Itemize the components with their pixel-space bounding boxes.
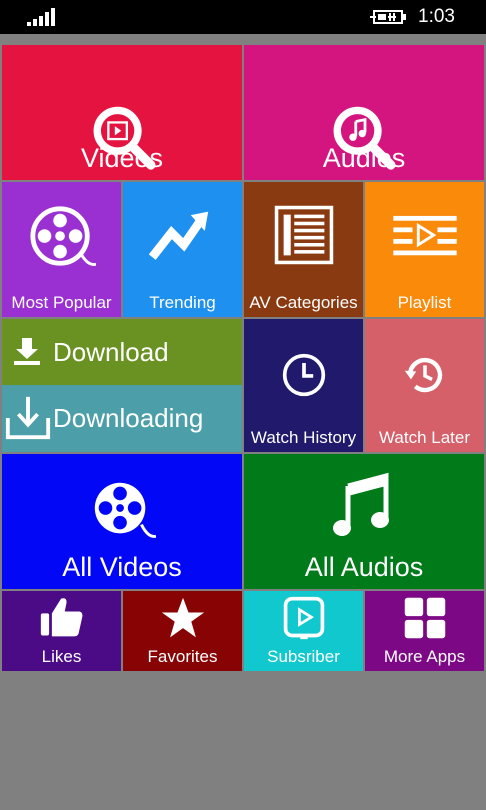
subscriber-label: Subsriber [267,647,340,666]
film-reel-icon [94,482,156,538]
all-audios-label: All Audios [304,552,424,582]
downloading-label: Downloading [53,403,204,433]
favorites-tile[interactable]: Favorites [123,591,242,671]
status-bar: 1:03 [0,0,486,34]
watch-history-label: Watch History [250,428,357,447]
playlist-label: Playlist [397,293,452,312]
all-audios-tile[interactable]: All Audios [244,454,484,589]
downloading-icon [5,396,51,440]
audios-label: Audios [322,143,406,173]
clock-icon [282,353,326,397]
more-apps-label: More Apps [383,647,466,666]
trending-tile[interactable]: Trending [123,182,242,317]
star-icon [161,597,205,638]
clock: 1:03 [418,6,455,27]
subscriber-tile[interactable]: Subsriber [244,591,363,671]
audios-tile[interactable]: Audios [244,45,484,180]
music-note-icon [333,472,389,536]
all-videos-tile[interactable]: All Videos [2,454,242,589]
subscribe-play-icon [283,596,325,640]
signal-strength-icon [27,8,55,26]
thumbs-up-icon [40,598,83,637]
likes-label: Likes [41,647,82,666]
download-label: Download [53,337,169,367]
av-categories-tile[interactable]: AV Categories [244,182,363,317]
playlist-icon [393,215,457,256]
playlist-tile[interactable]: Playlist [365,182,484,317]
watch-later-label: Watch Later [378,428,471,447]
downloading-tile[interactable]: Downloading [2,385,242,452]
favorites-label: Favorites [147,647,218,666]
apps-grid-icon [404,597,446,639]
trending-arrow-icon [148,211,209,260]
trending-label: Trending [149,293,216,312]
list-icon [274,205,334,265]
download-tile[interactable]: Download [2,319,242,385]
av-categories-label: AV Categories [249,293,358,312]
history-clock-icon [404,357,443,393]
videos-tile[interactable]: Videos [2,45,242,180]
likes-tile[interactable]: Likes [2,591,121,671]
videos-label: Videos [80,143,164,173]
most-popular-tile[interactable]: Most Popular [2,182,121,317]
film-reel-icon [30,206,96,266]
download-icon [14,338,40,365]
all-videos-label: All Videos [62,552,182,582]
battery-charging-icon [370,10,406,24]
watch-history-tile[interactable]: Watch History [244,319,363,452]
most-popular-label: Most Popular [11,293,112,312]
more-apps-tile[interactable]: More Apps [365,591,484,671]
watch-later-tile[interactable]: Watch Later [365,319,484,452]
